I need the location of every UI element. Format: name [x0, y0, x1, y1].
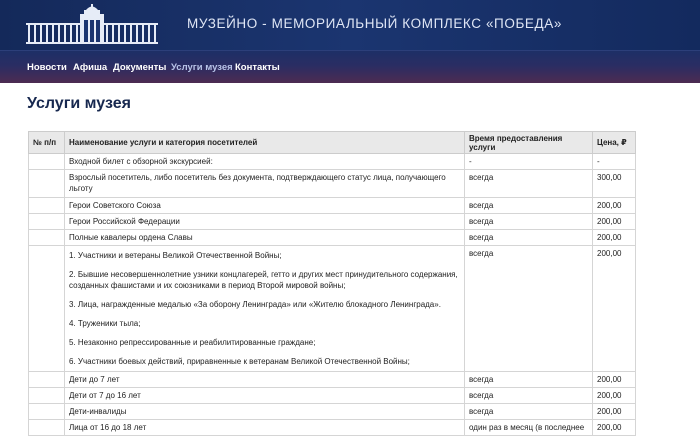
service-name: Лица от 16 до 18 лет: [64, 419, 465, 436]
service-name: Взрослый посетитель, либо посетитель без…: [64, 169, 465, 198]
table-row: Лица от 16 до 18 лет один раз в месяц (в…: [28, 419, 636, 436]
table-header-row: № п/п Наименование услуги и категория по…: [28, 131, 636, 154]
nav-item-museum-services[interactable]: Услуги музея: [171, 62, 233, 73]
service-name: Входной билет с обзорной экскурсией:: [64, 153, 465, 170]
service-time: всегда: [464, 197, 593, 214]
nav-item-afisha[interactable]: Афиша: [73, 62, 107, 73]
site-header: МУЗЕЙНО - МЕМОРИАЛЬНЫЙ КОМПЛЕКС «ПОБЕДА»: [0, 0, 700, 50]
service-name: Дети-инвалиды: [64, 403, 465, 420]
service-name: Дети до 7 лет: [64, 371, 465, 388]
table-row: Входной билет с обзорной экскурсией: - -: [28, 153, 636, 170]
service-name: Герои Советского Союза: [64, 197, 465, 214]
site-title[interactable]: МУЗЕЙНО - МЕМОРИАЛЬНЫЙ КОМПЛЕКС «ПОБЕДА»: [187, 16, 562, 31]
table-row: Дети от 7 до 16 лет всегда 200,00: [28, 387, 636, 404]
service-time: всегда: [464, 245, 593, 372]
service-name: Дети от 7 до 16 лет: [64, 387, 465, 404]
column-header-service: Наименование услуги и категория посетите…: [64, 131, 465, 154]
service-price: 200,00: [592, 387, 636, 404]
service-time: всегда: [464, 371, 593, 388]
service-time: всегда: [464, 213, 593, 230]
row-number: [28, 245, 65, 372]
service-price: 200,00: [592, 419, 636, 436]
table-row: Герои Советского Союза всегда 200,00: [28, 197, 636, 214]
row-number: [28, 403, 65, 420]
service-time: один раз в месяц (в последнее: [464, 419, 593, 436]
table-row: Дети-инвалиды всегда 200,00: [28, 403, 636, 420]
service-name: Герои Российской Федерации: [64, 213, 465, 230]
row-number: [28, 419, 65, 436]
list-item: 5. Незаконно репрессированные и реабилит…: [69, 338, 316, 347]
list-item: 2. Бывшие несовершеннолетние узники конц…: [69, 270, 458, 290]
service-price: 200,00: [592, 197, 636, 214]
table-row: 1. Участники и ветераны Великой Отечеств…: [28, 245, 636, 372]
page-title: Услуги музея: [27, 95, 131, 112]
service-price: 200,00: [592, 371, 636, 388]
service-price: 200,00: [592, 229, 636, 246]
list-item: 6. Участники боевых действий, приравненн…: [69, 357, 410, 366]
row-number: [28, 387, 65, 404]
service-time: всегда: [464, 169, 593, 198]
table-row: Взрослый посетитель, либо посетитель без…: [28, 169, 636, 198]
row-number: [28, 229, 65, 246]
main-navigation: Новости Афиша Документы Услуги музея Кон…: [0, 50, 700, 83]
museum-logo[interactable]: [26, 4, 158, 46]
row-number: [28, 169, 65, 198]
column-header-number: № п/п: [28, 131, 65, 154]
service-time: всегда: [464, 387, 593, 404]
service-time: всегда: [464, 403, 593, 420]
column-header-time: Время предоставления услуги: [464, 131, 593, 154]
nav-item-news[interactable]: Новости: [27, 62, 67, 73]
list-item: 1. Участники и ветераны Великой Отечеств…: [69, 251, 282, 260]
row-number: [28, 197, 65, 214]
service-price: 200,00: [592, 403, 636, 420]
list-item: 3. Лица, награжденные медалью «За оборон…: [69, 300, 441, 309]
service-price: 200,00: [592, 213, 636, 230]
beneficiary-categories-list: 1. Участники и ветераны Великой Отечеств…: [64, 245, 465, 372]
services-price-table: № п/п Наименование услуги и категория по…: [28, 131, 636, 436]
list-item: 4. Труженики тыла;: [69, 319, 141, 328]
nav-item-contacts[interactable]: Контакты: [235, 62, 280, 73]
service-time: всегда: [464, 229, 593, 246]
service-price: 200,00: [592, 245, 636, 372]
service-name: Полные кавалеры ордена Славы: [64, 229, 465, 246]
row-number: [28, 153, 65, 170]
service-price: -: [592, 153, 636, 170]
row-number: [28, 371, 65, 388]
table-row: Герои Российской Федерации всегда 200,00: [28, 213, 636, 230]
service-price: 300,00: [592, 169, 636, 198]
column-header-price: Цена, ₽: [592, 131, 636, 154]
table-row: Полные кавалеры ордена Славы всегда 200,…: [28, 229, 636, 246]
nav-item-documents[interactable]: Документы: [113, 62, 166, 73]
table-row: Дети до 7 лет всегда 200,00: [28, 371, 636, 388]
service-time: -: [464, 153, 593, 170]
row-number: [28, 213, 65, 230]
